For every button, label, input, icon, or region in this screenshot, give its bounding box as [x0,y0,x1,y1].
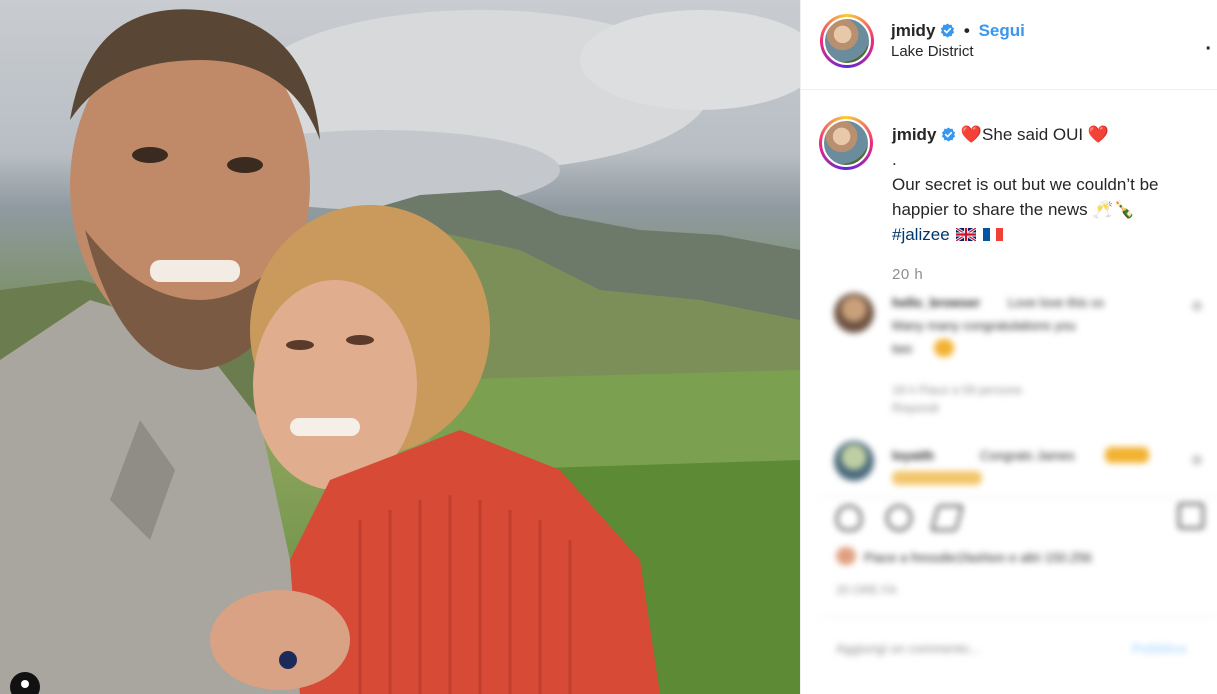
separator-dot: • [963,21,970,40]
comment-text-line-2: Many many congratulations you [892,318,1076,333]
avatar[interactable] [820,14,874,68]
comment-input[interactable]: Aggiungi un commento... [836,641,980,656]
likes-line[interactable]: Piace a fressdie1fashion e altri 150.256 [864,550,1092,565]
comment-reply-link[interactable]: Rispondi [892,401,939,415]
post-date: 20 ORE FA [836,583,897,597]
comment-username[interactable]: hello_browser [892,295,980,310]
comment-text: Congrats James [980,448,1075,463]
username-link[interactable]: jmidy [891,21,935,40]
caption-avatar[interactable] [819,116,873,170]
heart-icon[interactable] [1192,455,1202,465]
hashtag-link[interactable]: #jalizee [892,225,950,244]
emoji-icon [934,339,954,357]
comment-text-line-3: two [892,341,913,356]
heart-emoji: ❤️ [1087,125,1110,144]
save-icon[interactable] [1178,503,1204,529]
follow-button[interactable]: Segui [979,21,1025,40]
publish-button[interactable]: Pubblica [1132,641,1186,656]
comment-username[interactable]: loyaith [892,448,934,463]
caption-line-1: She said OUI [982,125,1084,144]
comment-meta: 18 h Piace a 59 persone [892,383,1023,397]
uk-flag-icon [956,228,977,241]
comment-icon[interactable] [886,505,912,531]
post-photo[interactable] [0,0,800,694]
france-flag-icon [983,228,1004,241]
emoji-icon [1105,447,1149,463]
caption-line-4: happier to share the news [892,200,1088,219]
heart-emoji: ❤️ [960,125,983,144]
caption-line-2: . [892,150,897,169]
post-time: 20 h [892,266,924,283]
emoji-icon [892,471,982,485]
location-link[interactable]: Lake District [891,43,1025,60]
caption-line-3: Our secret is out but we couldn’t be [892,175,1159,194]
user-tag-icon[interactable] [10,672,40,694]
more-options-icon[interactable]: · [1205,38,1213,61]
share-icon[interactable] [930,505,964,531]
verified-badge-icon [941,23,955,38]
comment-avatar[interactable] [834,441,874,481]
caption-text: jmidy ❤️She said OUI ❤️ . Our secret is … [892,122,1212,247]
liker-avatar[interactable] [836,547,856,565]
blurred-comments-area: hello_browser Love love this xx Many man… [820,285,1217,694]
caption-username-link[interactable]: jmidy [892,125,936,144]
comment-avatar[interactable] [834,293,874,333]
post-header: jmidy • Segui Lake District · [801,0,1217,90]
photo-illustration [0,9,800,694]
comment-text: Love love this xx [1008,295,1105,310]
champagne-emoji: 🥂🍾 [1092,200,1135,219]
heart-icon[interactable] [1192,301,1202,311]
verified-badge-icon [942,127,956,142]
like-icon[interactable] [836,505,862,531]
